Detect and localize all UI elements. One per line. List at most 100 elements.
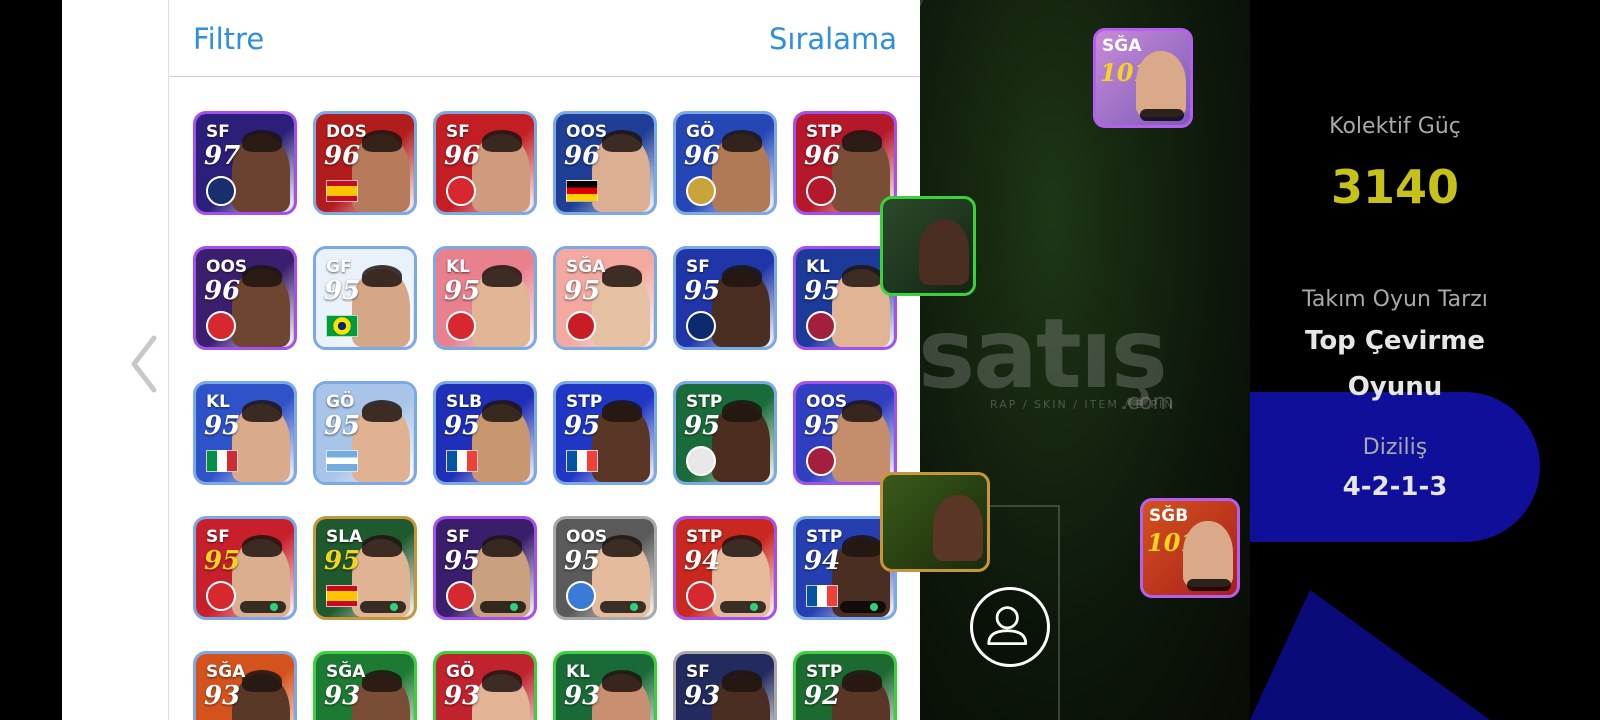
player-rating: 93	[684, 681, 721, 711]
player-rating: 97	[204, 141, 241, 171]
player-rating: 94	[804, 546, 841, 576]
player-position: OOS	[566, 122, 608, 142]
club-badge-icon	[686, 446, 716, 476]
player-card[interactable]: KL 95	[433, 246, 537, 350]
player-card[interactable]: SĞA 93	[313, 651, 417, 720]
player-card[interactable]: SF 93	[673, 651, 777, 720]
player-card[interactable]: KL 95	[193, 381, 297, 485]
player-rating: 95	[684, 276, 721, 306]
nation-flag-icon	[566, 450, 598, 472]
player-card[interactable]: SF 95	[433, 516, 537, 620]
player-rating: 95	[684, 411, 721, 441]
player-rating: 95	[564, 546, 601, 576]
player-rating: 95	[804, 411, 841, 441]
card-status-bar	[240, 601, 286, 613]
player-portrait	[352, 130, 410, 212]
player-rating: 96	[324, 141, 361, 171]
sort-button[interactable]: Sıralama	[769, 22, 897, 56]
player-card[interactable]: SF 95	[193, 516, 297, 620]
club-badge-icon	[446, 581, 476, 611]
player-card[interactable]: STP 92	[793, 651, 897, 720]
pitch-card-partial[interactable]	[880, 196, 976, 296]
player-card[interactable]: SF 96	[433, 111, 537, 215]
player-position: SF	[686, 662, 710, 682]
player-rating: 95	[804, 276, 841, 306]
player-portrait	[352, 265, 410, 347]
player-card[interactable]: SF 95	[673, 246, 777, 350]
player-card[interactable]: GF 95	[313, 246, 417, 350]
player-position: KL	[566, 662, 591, 682]
player-rating: 93	[324, 681, 361, 711]
player-position: GF	[326, 257, 352, 277]
player-position: SLA	[326, 527, 363, 547]
player-card[interactable]: GÖ 96	[673, 111, 777, 215]
club-badge-icon	[686, 176, 716, 206]
player-position: SF	[686, 257, 710, 277]
player-rating: 96	[804, 141, 841, 171]
formation-value: 4-2-1-3	[1342, 472, 1448, 502]
player-card[interactable]: SLA 95	[313, 516, 417, 620]
player-card[interactable]: GÖ 95	[313, 381, 417, 485]
player-rating: 95	[564, 411, 601, 441]
player-card[interactable]: KL 93	[553, 651, 657, 720]
player-position: SLB	[446, 392, 483, 412]
player-position: STP	[686, 392, 723, 412]
player-rating: 94	[684, 546, 721, 576]
player-card[interactable]: OOS 96	[553, 111, 657, 215]
player-position: STP	[806, 527, 843, 547]
player-rating: 95	[324, 411, 361, 441]
player-rating: 95	[204, 411, 241, 441]
player-position: SĞA	[326, 662, 366, 682]
team-power-value: 3140	[1330, 160, 1460, 214]
player-portrait	[1183, 521, 1233, 587]
player-card[interactable]: OOS 95	[793, 381, 897, 485]
pitch-card-rb[interactable]: SĞB 101	[1140, 498, 1240, 598]
card-status-bar	[720, 601, 766, 613]
pitch-card-rw[interactable]: SĞA 101	[1093, 28, 1193, 128]
player-card[interactable]: SĞA 93	[193, 651, 297, 720]
player-rating: 93	[564, 681, 601, 711]
player-card[interactable]: OOS 96	[193, 246, 297, 350]
player-card[interactable]: OOS 95	[553, 516, 657, 620]
player-position: OOS	[806, 392, 848, 412]
player-rating: 95	[444, 276, 481, 306]
player-position: SF	[446, 122, 470, 142]
filter-button[interactable]: Filtre	[193, 22, 264, 56]
player-card[interactable]: STP 95	[673, 381, 777, 485]
player-rating: 96	[444, 141, 481, 171]
team-playstyle-label: Takım Oyun Tarzı	[1302, 287, 1488, 312]
team-power-label: Kolektif Güç	[1329, 114, 1461, 139]
player-card[interactable]: SF 97	[193, 111, 297, 215]
player-card[interactable]: GÖ 93	[433, 651, 537, 720]
player-select-panel: Filtre Sıralama SF 97 DOS 96 SF 96 OOS 96 GÖ 96 ST…	[168, 0, 920, 720]
pitch-card-partial[interactable]	[880, 472, 990, 572]
chevron-left-icon[interactable]	[126, 332, 162, 396]
card-status-bar	[1140, 109, 1184, 121]
profile-button[interactable]	[970, 587, 1050, 667]
player-rating: 95	[444, 411, 481, 441]
nation-flag-icon	[326, 315, 358, 337]
player-rating: 93	[204, 681, 241, 711]
player-portrait	[232, 130, 290, 212]
player-rating: 95	[204, 546, 241, 576]
player-position: KL	[446, 257, 471, 277]
player-portrait	[712, 130, 770, 212]
player-position: DOS	[326, 122, 367, 142]
club-badge-icon	[446, 176, 476, 206]
nation-flag-icon	[326, 180, 358, 202]
card-status-bar	[840, 601, 886, 613]
player-rating: 93	[444, 681, 481, 711]
player-card[interactable]: STP 94	[673, 516, 777, 620]
player-portrait	[919, 219, 969, 285]
player-rating: 96	[684, 141, 721, 171]
player-card[interactable]: DOS 96	[313, 111, 417, 215]
player-card[interactable]: STP 96	[793, 111, 897, 215]
pitch-card-position: SĞA	[1102, 36, 1142, 56]
player-card[interactable]: SĞA 95	[553, 246, 657, 350]
player-card[interactable]: STP 95	[553, 381, 657, 485]
player-card[interactable]: SLB 95	[433, 381, 537, 485]
club-badge-icon	[566, 311, 596, 341]
player-position: GÖ	[686, 122, 715, 142]
club-badge-icon	[806, 311, 836, 341]
player-position: SF	[446, 527, 470, 547]
